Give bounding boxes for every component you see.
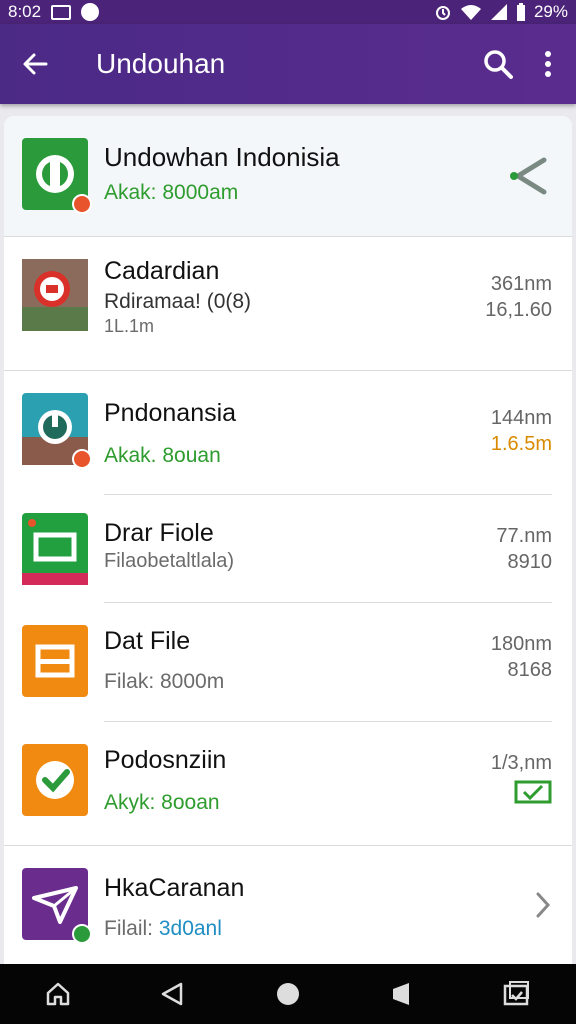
item-meta: 144nm 1.6.5m — [491, 405, 552, 457]
item-size: 1.6.5m — [490, 433, 552, 455]
item-subtitle: Filak: 8000m — [104, 670, 225, 693]
notification-icon — [81, 3, 100, 21]
item-time: 144nm — [490, 407, 552, 429]
status-bar: 8:02 29% — [0, 0, 576, 24]
battery-icon — [516, 3, 525, 21]
page-title: Undouhan — [96, 48, 226, 79]
app-thumbnail — [22, 744, 88, 816]
item-name: Undowhan Indonisia — [104, 142, 340, 172]
list-item[interactable]: Podosnziin Akyk: 8ooan 1/3,nm — [4, 722, 572, 845]
item-name: Podosnziin — [104, 746, 227, 774]
item-name: Dat File — [104, 627, 191, 655]
item-progress: 1L.1m — [104, 316, 155, 336]
badge-icon — [72, 924, 92, 944]
chevron-right-icon[interactable] — [534, 890, 552, 920]
arrow-left-icon — [23, 53, 48, 75]
back-triangle-icon[interactable] — [159, 980, 187, 1008]
sign-image-icon — [22, 259, 88, 331]
list-item[interactable]: Dat File Filak: 8000m 180nm 8168 — [4, 603, 572, 721]
item-name: Cadardian — [104, 257, 220, 285]
badge-icon — [72, 449, 92, 469]
app-thumbnail — [22, 393, 92, 469]
item-name: Pndonansia — [104, 399, 237, 427]
item-size: 8168 — [507, 659, 553, 681]
app-bar: Undouhan — [0, 24, 576, 104]
item-size: 8910 — [507, 551, 553, 573]
app-thumbnail — [22, 625, 88, 697]
item-subtitle: Akyk: 8ooan — [104, 791, 220, 814]
status-time: 8:02 — [8, 2, 42, 21]
alarm-icon — [435, 6, 450, 20]
item-meta: 77.nm 8910 — [496, 523, 552, 575]
item-time: 1/3,nm — [490, 752, 552, 774]
screenshot-icon[interactable] — [502, 980, 532, 1008]
more-vert-icon[interactable] — [544, 50, 552, 78]
item-time: 77.nm — [496, 525, 552, 547]
item-name: Drar Fiole — [104, 519, 214, 547]
item-meta: 1/3,nm — [491, 750, 552, 804]
app-thumbnail — [22, 513, 88, 585]
system-nav-bar — [0, 964, 576, 1024]
download-complete-icon — [514, 780, 552, 804]
item-meta: 180nm 8168 — [491, 631, 552, 683]
battery-percent: 29% — [533, 2, 568, 21]
item-meta: 361nm 16,1.60 — [485, 271, 552, 323]
check-shield-icon — [36, 761, 74, 799]
app-thumbnail — [22, 259, 88, 331]
item-name: HkaCaranan — [104, 874, 245, 902]
list-item[interactable]: Pndonansia Akak. 8ouan 144nm 1.6.5m — [4, 371, 572, 494]
share-icon[interactable] — [508, 156, 548, 196]
recent-apps-icon[interactable] — [389, 981, 415, 1007]
app-thumbnail — [22, 138, 92, 214]
search-icon[interactable] — [482, 48, 514, 80]
list-item[interactable]: Drar Fiole Filaobetaltlala) 77.nm 8910 — [4, 495, 572, 602]
list-item[interactable]: Cadardian Rdiramaa! (0(8) 1L.1m 361nm 16… — [4, 237, 572, 370]
item-time: 361nm — [490, 273, 552, 295]
item-subtitle: Rdiramaa! (0(8) — [104, 290, 252, 313]
image-notification-icon — [51, 4, 72, 20]
list-item[interactable]: Undowhan Indonisia Akak: 8000am — [4, 116, 572, 236]
item-subtitle: Akak. 8ouan — [104, 444, 221, 467]
file-icon — [35, 644, 75, 678]
file-icon — [22, 519, 88, 585]
item-time: 180nm — [490, 633, 552, 655]
back-button[interactable] — [0, 49, 70, 79]
home-icon[interactable] — [44, 980, 72, 1008]
signal-icon — [490, 4, 507, 20]
item-subtitle: Filail: 3d0anl — [104, 917, 222, 940]
badge-icon — [72, 194, 92, 214]
list-item[interactable]: HkaCaranan Filail: 3d0anl — [4, 846, 572, 964]
app-thumbnail — [22, 868, 92, 944]
item-subtitle: Akak: 8000am — [104, 181, 239, 204]
home-circle-icon[interactable] — [275, 981, 301, 1007]
item-size: 16,1.60 — [485, 299, 552, 321]
wifi-icon — [460, 5, 481, 20]
item-subtitle: Filaobetaltlala) — [104, 550, 235, 572]
download-list: Undowhan Indonisia Akak: 8000am Cadardia… — [4, 116, 572, 964]
